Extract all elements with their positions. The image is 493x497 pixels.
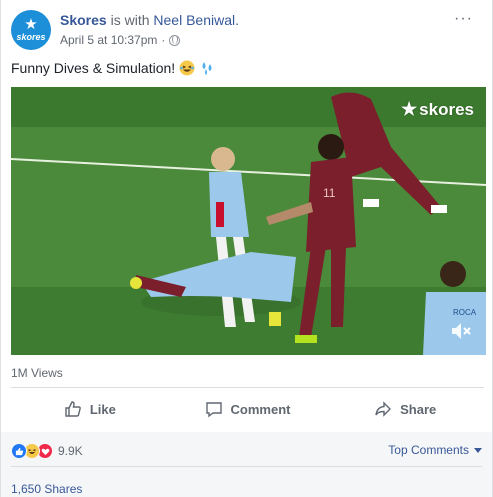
- tagged-user[interactable]: Neel Beniwal.: [153, 12, 239, 28]
- comment-bubble-icon: [205, 402, 222, 418]
- share-arrow-icon: [375, 401, 392, 417]
- action-bar: Like Comment Share: [11, 392, 484, 426]
- caret-down-icon: [474, 447, 482, 453]
- laughing-emoji-icon: [179, 60, 195, 76]
- sweat-droplets-icon: [202, 62, 212, 75]
- star-icon: ★: [401, 99, 418, 119]
- divider: [11, 466, 482, 467]
- share-count[interactable]: 1,650 Shares: [11, 482, 82, 496]
- globe-icon[interactable]: [169, 34, 181, 46]
- author-line: Skores is with Neel Beniwal.: [60, 12, 239, 28]
- divider: [11, 387, 484, 388]
- post-meta: April 5 at 10:37pm ·: [60, 33, 181, 47]
- watermark-text: skores: [419, 99, 474, 119]
- meta-separator: ·: [161, 33, 166, 47]
- svg-text:11: 11: [323, 186, 336, 200]
- feed-post: ★ skores Skores is with Neel Beniwal. Ap…: [0, 0, 493, 497]
- star-icon: ★: [24, 16, 38, 33]
- video-frame: 11 ROCA: [11, 87, 486, 355]
- with-text: is with: [110, 12, 150, 28]
- speaker-muted-icon[interactable]: [450, 321, 472, 341]
- post-caption: Funny Dives & Simulation!: [11, 60, 215, 76]
- top-comments-label: Top Comments: [388, 443, 469, 457]
- caption-text: Funny Dives & Simulation!: [11, 60, 176, 76]
- like-reaction-icon: [11, 443, 27, 459]
- top-comments-dropdown[interactable]: Top Comments: [388, 443, 482, 457]
- post-header: ★ skores Skores is with Neel Beniwal. Ap…: [11, 10, 481, 52]
- post-timestamp[interactable]: April 5 at 10:37pm: [60, 33, 157, 47]
- share-label: Share: [400, 401, 437, 417]
- more-options-icon[interactable]: ···: [454, 11, 473, 27]
- video-watermark: ★ skores: [401, 99, 474, 120]
- video-player[interactable]: 11 ROCA ★ skores: [11, 87, 486, 355]
- svg-text:ROCA: ROCA: [453, 308, 477, 317]
- reaction-count: 9.9K: [58, 444, 83, 458]
- avatar[interactable]: ★ skores: [11, 10, 51, 50]
- like-label: Like: [89, 401, 116, 417]
- like-button[interactable]: Like: [11, 392, 169, 426]
- view-count: 1M Views: [11, 366, 63, 380]
- avatar-brand: skores: [16, 32, 46, 42]
- comment-button[interactable]: Comment: [169, 392, 327, 426]
- post-footer: 9.9K Top Comments 1,650 Shares: [1, 432, 492, 497]
- comment-label: Comment: [230, 401, 291, 417]
- thumbs-up-icon: [65, 401, 81, 417]
- reaction-summary[interactable]: 9.9K: [11, 443, 83, 459]
- share-button[interactable]: Share: [326, 392, 484, 426]
- author-name[interactable]: Skores: [60, 12, 107, 28]
